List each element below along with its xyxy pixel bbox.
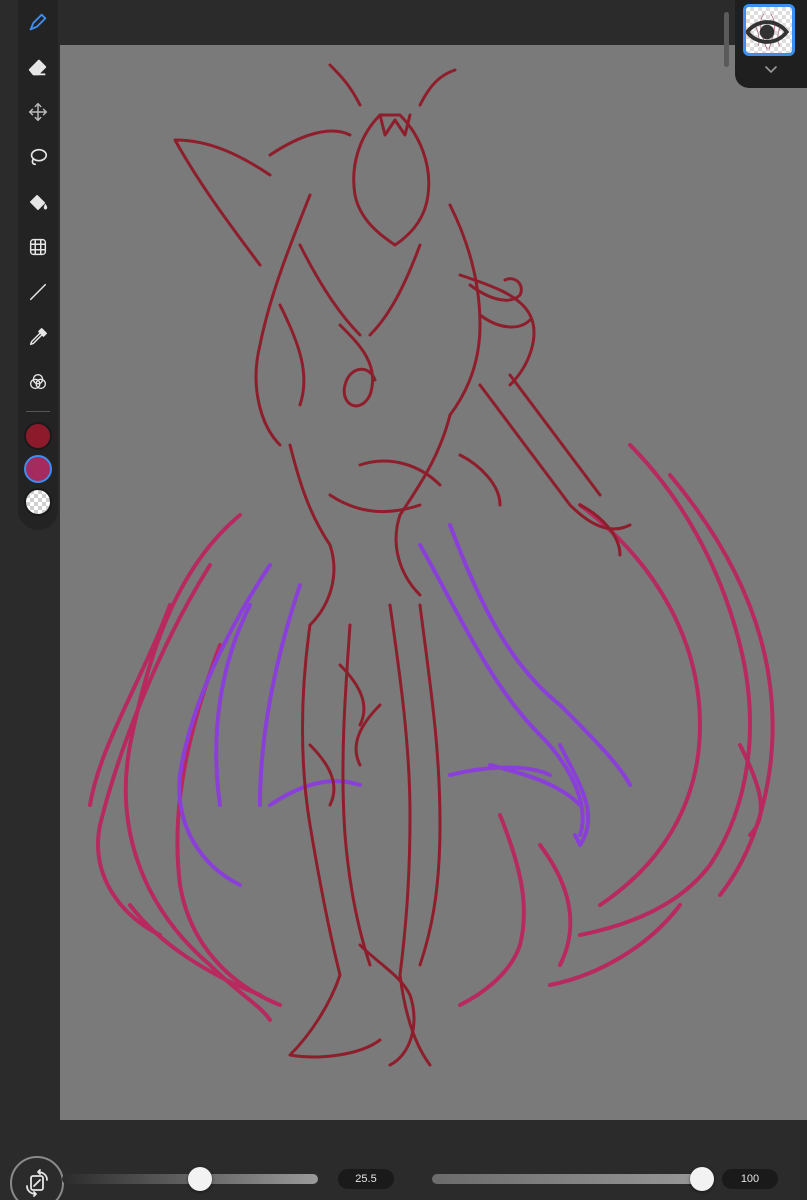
primary-color-swatch[interactable] [24, 422, 52, 450]
brush-size-value[interactable]: 25.5 [338, 1169, 394, 1189]
eyedropper-tool-button[interactable] [20, 319, 56, 355]
layer-thumbnail[interactable] [743, 4, 795, 56]
layers-scrollbar[interactable] [724, 12, 729, 67]
figure-line-art [173, 63, 632, 1067]
toolbar-divider [26, 411, 50, 412]
sketch-artwork [88, 63, 775, 1067]
opacity-slider-knob[interactable] [690, 1167, 714, 1191]
chevron-down-icon[interactable] [764, 64, 778, 74]
move-tool-button[interactable] [20, 94, 56, 130]
blend-modes-icon [29, 373, 47, 390]
transform-tool-button[interactable] [20, 229, 56, 265]
eyedropper-icon [29, 328, 47, 346]
transparent-color-swatch[interactable] [24, 488, 52, 516]
transform-icon [29, 238, 47, 256]
opacity-slider[interactable] [432, 1174, 714, 1184]
eraser-tool-button[interactable] [20, 49, 56, 85]
magenta-flame-strokes [88, 443, 775, 1022]
drawing-canvas[interactable] [60, 45, 807, 1120]
lasso-tool-button[interactable] [20, 139, 56, 175]
swap-icon [26, 1169, 48, 1197]
opacity-value[interactable]: 100 [722, 1169, 778, 1189]
eraser-icon [28, 59, 47, 76]
bottom-bar [0, 1120, 807, 1200]
move-icon [28, 102, 48, 122]
drawing-app: 25.5 100 [0, 0, 807, 1200]
brush-icon [29, 13, 47, 31]
line-tool-button[interactable] [20, 274, 56, 310]
layers-panel [735, 0, 807, 88]
line-icon [29, 283, 47, 301]
blend-tool-button[interactable] [20, 364, 56, 400]
fill-tool-button[interactable] [20, 184, 56, 220]
top-bar [0, 0, 807, 45]
secondary-color-swatch[interactable] [24, 455, 52, 483]
lasso-icon [30, 148, 48, 166]
tool-palette [18, 0, 58, 530]
visibility-eye-icon[interactable] [744, 9, 790, 55]
fill-bucket-icon [29, 194, 48, 211]
brush-tool-button[interactable] [20, 4, 56, 40]
